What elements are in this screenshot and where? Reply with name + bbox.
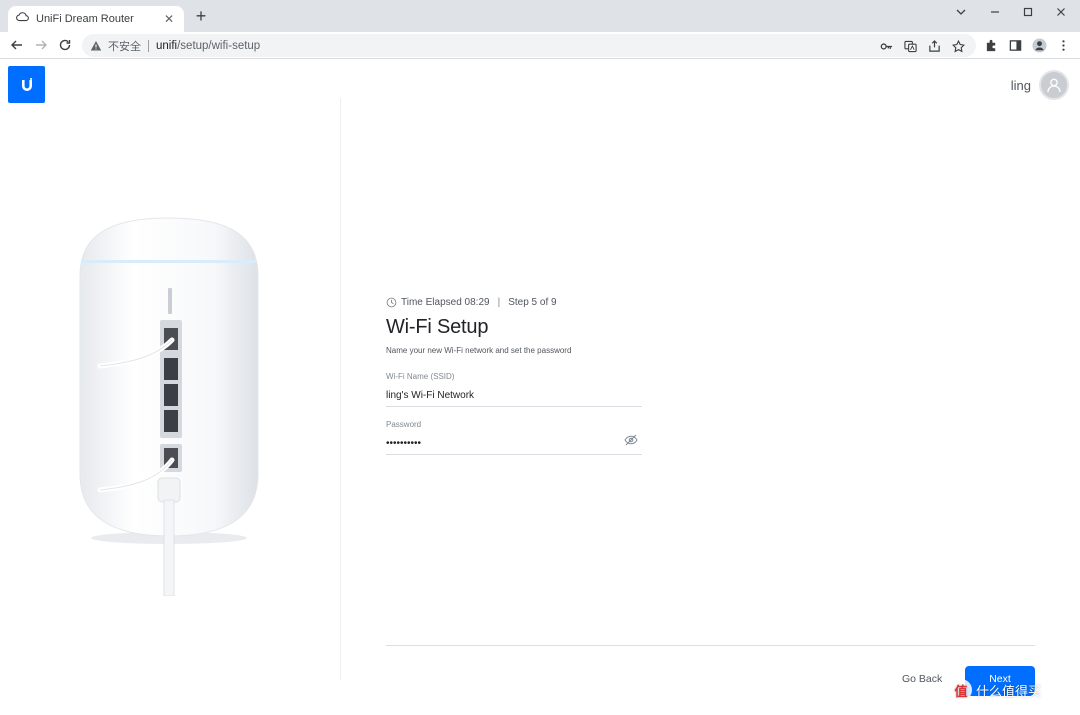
tab-title: UniFi Dream Router [36,13,134,25]
forward-arrow-icon[interactable] [32,36,50,54]
ssid-input[interactable]: ling's Wi-Fi Network [386,390,616,401]
browser-tab-strip: UniFi Dream Router ✕ + [0,0,1080,32]
footer-divider [386,645,1035,646]
url-path: /setup/wifi-setup [177,39,261,52]
password-field[interactable]: Password •••••••••• [386,420,642,455]
status-divider: | [497,296,501,308]
share-icon[interactable] [926,38,942,54]
eye-off-icon[interactable] [624,433,638,447]
ssid-label: Wi-Fi Name (SSID) [386,372,455,381]
more-menu-icon[interactable] [1055,37,1071,53]
dream-router-image [79,217,259,596]
address-separator [148,39,149,52]
user-menu[interactable]: ling [1011,70,1069,100]
cloud-icon [16,10,29,28]
url-host: unifi [156,39,178,52]
avatar[interactable] [1039,70,1069,100]
puzzle-extensions-icon[interactable] [983,37,999,53]
side-panel-icon[interactable] [1007,37,1023,53]
maximize-icon[interactable] [1011,2,1045,22]
address-bar[interactable]: 不安全 unifi /setup/wifi-setup [82,34,976,57]
profile-icon[interactable] [1031,37,1047,53]
page-title: Wi-Fi Setup [386,316,489,338]
new-tab-button[interactable]: + [192,7,210,25]
bookmark-star-icon[interactable] [950,38,966,54]
minimize-icon[interactable] [978,2,1012,22]
watermark: 值 什么值得买 [950,679,1041,701]
time-elapsed: Time Elapsed 08:29 [401,296,490,308]
clock-icon [386,297,397,307]
watermark-logo-icon: 值 [950,679,972,701]
watermark-text: 什么值得买 [976,683,1042,699]
close-tab-icon[interactable]: ✕ [162,12,176,26]
page-subtitle: Name your new Wi-Fi network and set the … [386,346,572,355]
browser-tab[interactable]: UniFi Dream Router ✕ [8,6,184,32]
warning-icon[interactable] [90,40,102,52]
key-icon[interactable] [878,38,894,54]
close-window-icon[interactable] [1044,2,1078,22]
password-label: Password [386,420,422,429]
wifi-setup-form: Time Elapsed 08:29 | Step 5 of 9 Wi-Fi S… [386,296,642,455]
username: ling [1010,77,1031,93]
translate-icon[interactable] [902,38,918,54]
user-avatar-icon [1047,78,1061,93]
page: ling Time Elapsed 08:29 | Step 5 of 9 Wi… [0,60,1080,715]
back-arrow-icon[interactable] [8,36,26,54]
step-indicator: Step 5 of 9 [508,296,557,308]
browser-toolbar: 不安全 unifi /setup/wifi-setup [0,32,1080,59]
reload-icon[interactable] [56,36,74,54]
go-back-button[interactable]: Go Back [902,673,942,685]
progress-status: Time Elapsed 08:29 | Step 5 of 9 [386,296,642,308]
password-input[interactable]: •••••••••• [386,438,616,449]
security-label: 不安全 [108,40,141,53]
device-illustration-pane [0,98,341,680]
ssid-field[interactable]: Wi-Fi Name (SSID) ling's Wi-Fi Network [386,372,642,407]
tab-search-icon[interactable] [944,2,978,22]
extension-icons [983,37,1071,53]
